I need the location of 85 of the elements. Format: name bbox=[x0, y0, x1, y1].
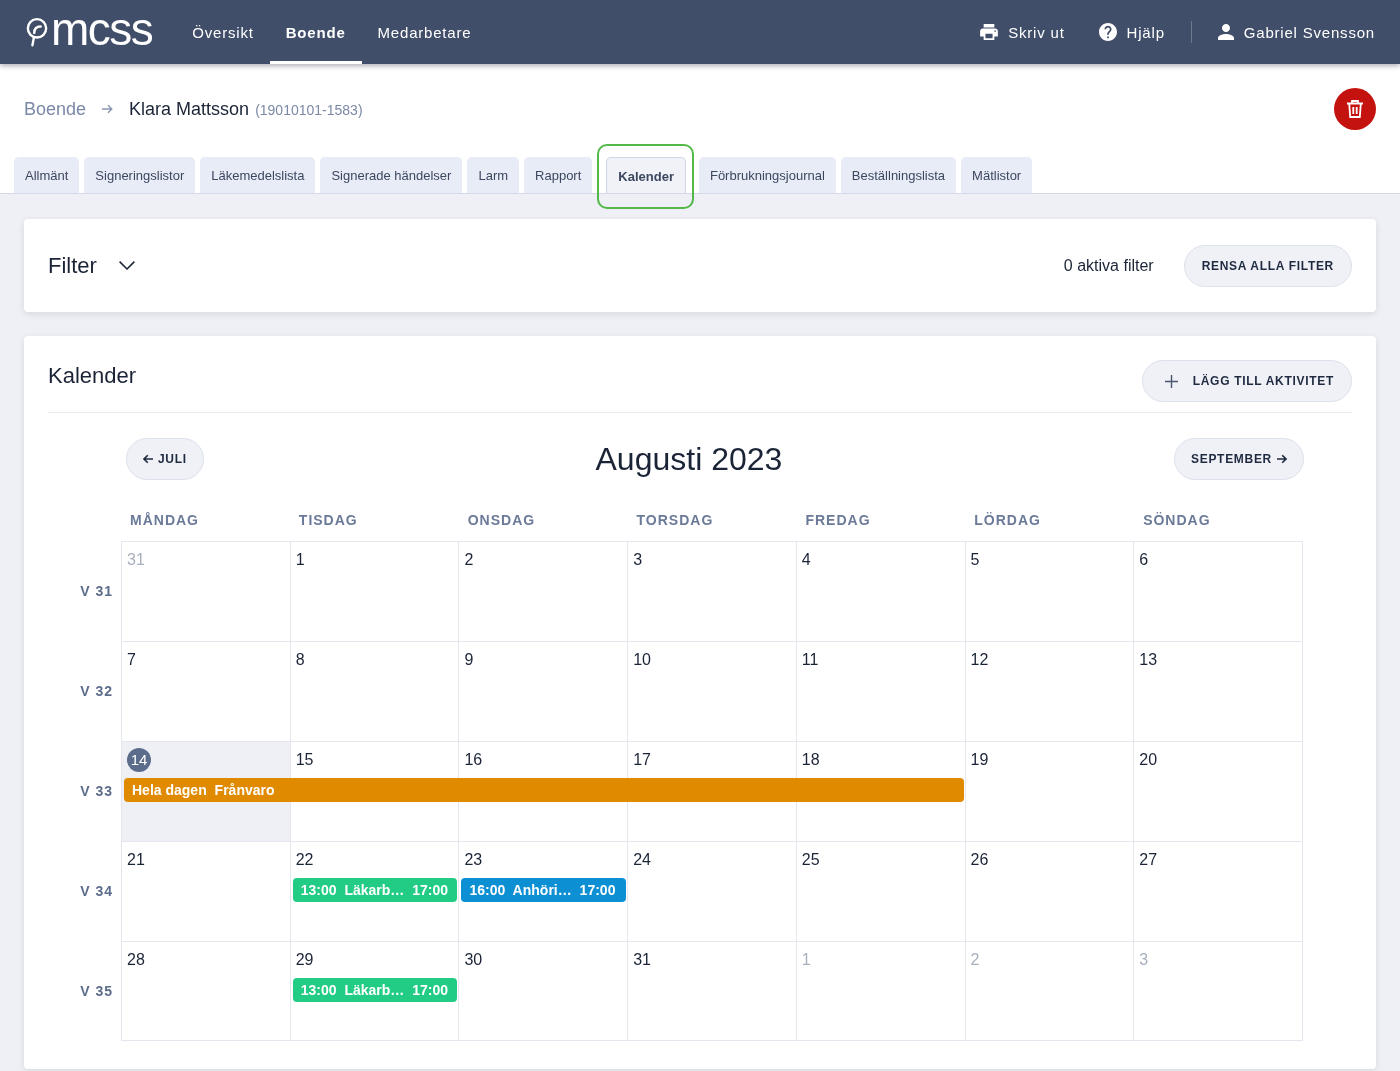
previous-month-button[interactable]: JULI bbox=[126, 438, 204, 480]
plus-icon bbox=[1164, 374, 1178, 388]
day-number: 9 bbox=[464, 650, 474, 670]
day-number: 3 bbox=[1139, 950, 1149, 970]
day-number: 17 bbox=[633, 750, 651, 770]
day-number: 15 bbox=[295, 750, 314, 770]
day-number: 23 bbox=[464, 850, 483, 870]
day-number: 5 bbox=[970, 550, 980, 570]
tab[interactable]: Rapport bbox=[524, 157, 593, 193]
help-icon bbox=[1098, 23, 1117, 41]
delete-button[interactable] bbox=[1334, 88, 1376, 130]
section-title: Kalender bbox=[48, 363, 137, 389]
tab[interactable]: Allmänt bbox=[14, 157, 80, 193]
day-number: 14 bbox=[127, 748, 151, 772]
active-filter-count: 0 aktiva filter bbox=[1063, 256, 1154, 275]
breadcrumb-link[interactable]: Boende bbox=[24, 98, 87, 120]
clear-filters-button[interactable]: RENSA ALLA FILTER bbox=[1183, 244, 1352, 287]
resident-name: Klara Mattsson bbox=[129, 98, 250, 120]
weekday-label: ONSDAG bbox=[467, 511, 536, 530]
day-number: 22 bbox=[295, 850, 314, 870]
weekday-label: TISDAG bbox=[298, 511, 358, 530]
day-number: 25 bbox=[801, 850, 820, 870]
tab[interactable]: Läkemedelslista bbox=[200, 157, 316, 193]
arrow-right-icon bbox=[102, 104, 114, 114]
person-icon bbox=[1217, 24, 1234, 40]
day-number: 13 bbox=[1139, 650, 1158, 670]
weekday-label: SÖNDAG bbox=[1143, 511, 1211, 530]
calendar-event[interactable]: 16:00 Anhöri… 17:00 bbox=[461, 878, 627, 902]
day-number: 6 bbox=[1139, 550, 1149, 570]
next-month-button[interactable]: SEPTEMBER bbox=[1174, 438, 1304, 480]
day-number: 31 bbox=[127, 550, 145, 570]
day-number: 8 bbox=[295, 650, 305, 670]
day-number: 24 bbox=[633, 850, 651, 870]
arrow-left-icon bbox=[143, 454, 153, 464]
tab[interactable]: Förbrukningsjournal bbox=[698, 157, 836, 193]
tab[interactable]: Signerade händelser bbox=[320, 157, 463, 193]
balloon-icon bbox=[26, 17, 48, 47]
weekday-label: MÅNDAG bbox=[130, 511, 199, 530]
day-number: 7 bbox=[127, 650, 136, 670]
day-number: 26 bbox=[970, 850, 989, 870]
filter-toggle[interactable]: Filter bbox=[48, 252, 135, 279]
user-menu[interactable]: Gabriel Svensson bbox=[1217, 23, 1375, 41]
logo-wordmark: mcss bbox=[51, 6, 153, 52]
tab[interactable]: Signeringslistor bbox=[84, 157, 196, 193]
day-number: 4 bbox=[801, 550, 811, 570]
print-button[interactable]: Skriv ut bbox=[980, 23, 1065, 41]
day-number: 12 bbox=[970, 650, 989, 670]
tab[interactable]: Mätlistor bbox=[961, 157, 1033, 193]
weekday-label: LÖRDAG bbox=[974, 511, 1041, 530]
day-number: 31 bbox=[633, 950, 651, 970]
month-title: Augusti 2023 bbox=[595, 440, 783, 478]
week-number: V 33 bbox=[80, 783, 113, 799]
tab[interactable]: Beställningslista bbox=[840, 157, 957, 193]
nav-link[interactable]: Medarbetare bbox=[361, 0, 488, 64]
day-number: 10 bbox=[633, 650, 651, 670]
help-button[interactable]: Hjälp bbox=[1098, 23, 1165, 41]
day-number: 20 bbox=[1139, 750, 1158, 770]
week-number: V 32 bbox=[80, 683, 113, 699]
nav-link[interactable]: Översikt bbox=[176, 0, 270, 64]
day-number: 11 bbox=[801, 650, 819, 670]
day-number: 28 bbox=[127, 950, 145, 970]
day-number: 29 bbox=[295, 950, 314, 970]
day-number: 16 bbox=[464, 750, 483, 770]
day-number: 2 bbox=[464, 550, 474, 570]
day-number: 21 bbox=[127, 850, 145, 870]
day-number: 19 bbox=[970, 750, 989, 770]
personal-number: (19010101-1583) bbox=[255, 102, 363, 118]
tab[interactable]: Larm bbox=[467, 157, 520, 193]
weekday-label: TORSDAG bbox=[636, 511, 714, 530]
arrow-right-icon bbox=[1277, 454, 1287, 464]
day-number: 30 bbox=[464, 950, 483, 970]
day-number: 18 bbox=[801, 750, 820, 770]
week-number: V 34 bbox=[80, 883, 113, 899]
day-number: 1 bbox=[801, 950, 811, 970]
day-number: 1 bbox=[295, 550, 305, 570]
day-number: 27 bbox=[1139, 850, 1158, 870]
week-number: V 35 bbox=[80, 983, 113, 999]
tab[interactable]: Kalender bbox=[606, 157, 686, 193]
day-number: 2 bbox=[970, 950, 980, 970]
weekday-label: FREDAG bbox=[805, 511, 871, 530]
printer-icon bbox=[980, 24, 999, 40]
week-number: V 31 bbox=[80, 583, 113, 599]
day-number: 3 bbox=[633, 550, 643, 570]
trash-icon bbox=[1347, 100, 1363, 118]
add-activity-button[interactable]: LÄGG TILL AKTIVITET bbox=[1141, 360, 1352, 402]
